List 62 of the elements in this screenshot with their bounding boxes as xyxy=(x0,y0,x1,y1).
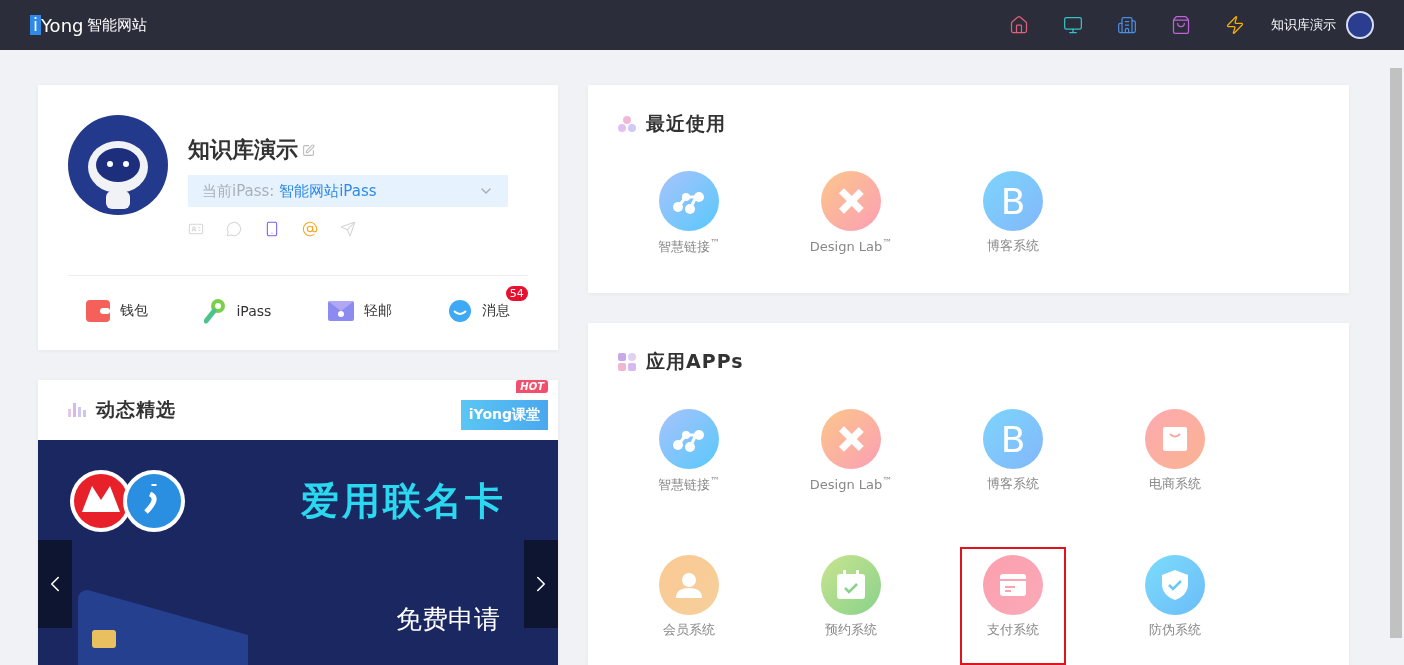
app-tile[interactable]: 会员系统 xyxy=(636,547,742,665)
shortcut-link[interactable]: 消息 xyxy=(481,302,510,320)
course-button[interactable]: iYong课堂 xyxy=(460,400,548,430)
app-label: 支付系统 xyxy=(987,621,1039,639)
dots-icon xyxy=(618,116,636,132)
avatar[interactable] xyxy=(1346,11,1374,39)
app-label: 预约系统 xyxy=(825,621,877,639)
at-sign-icon[interactable] xyxy=(302,221,318,237)
letter-icon: B xyxy=(1000,180,1026,222)
logo-name: Yong xyxy=(41,14,84,36)
profile-name: 知识库演示 xyxy=(188,136,298,164)
app-label: 防伪系统 xyxy=(1149,621,1201,639)
app-label: Design Lab$^{™}$ xyxy=(809,475,893,493)
app-tile[interactable]: B 博客系统 xyxy=(960,401,1066,519)
app-label: 博客系统 xyxy=(987,237,1039,255)
banner-action: 免费申请 xyxy=(396,603,500,636)
card-title: 应用APPs xyxy=(646,349,744,374)
app-label: 智慧链接$^{™}$ xyxy=(658,237,720,257)
bars-icon xyxy=(68,403,86,417)
app-tile[interactable]: Design Lab$^{™}$ xyxy=(798,163,904,281)
app-label: 电商系统 xyxy=(1149,475,1201,493)
user-name[interactable]: 知识库演示 xyxy=(1271,16,1336,34)
app-tile[interactable]: 支付系统 xyxy=(960,547,1066,665)
shortcut-link[interactable]: 轻邮 xyxy=(363,302,392,320)
app-label: 博客系统 xyxy=(987,475,1039,493)
shield-icon xyxy=(1161,569,1189,601)
logo-mark: i xyxy=(30,15,41,35)
key-icon xyxy=(204,298,227,324)
app-tile[interactable]: 智慧链接$^{™}$ xyxy=(636,401,742,519)
card-icon xyxy=(999,573,1027,597)
count-badge: 54 xyxy=(505,286,528,301)
previous-button[interactable] xyxy=(38,540,72,628)
phone-icon[interactable] xyxy=(264,221,280,237)
app-label: 会员系统 xyxy=(663,621,715,639)
bag-icon xyxy=(1162,426,1188,452)
app-label: Design Lab$^{™}$ xyxy=(809,237,893,255)
smile-bubble-icon xyxy=(447,299,472,323)
app-tile[interactable]: Design Lab$^{™}$ xyxy=(798,401,904,519)
person-icon xyxy=(675,571,703,599)
banner-headline: 爱用联名卡 xyxy=(301,478,506,525)
scrollbar[interactable] xyxy=(1390,68,1402,638)
edit-icon[interactable] xyxy=(302,143,315,157)
wallet-icon xyxy=(86,300,111,322)
app-tile[interactable]: 电商系统 xyxy=(1122,401,1228,519)
app-tile[interactable]: 智慧链接$^{™}$ xyxy=(636,163,742,281)
envelope-icon xyxy=(327,301,354,321)
app-tile[interactable]: 预约系统 xyxy=(798,547,904,665)
app-tile[interactable]: B 博客系统 xyxy=(960,163,1066,281)
ipass-select[interactable]: 当前iPass: 智能网站iPass xyxy=(188,175,508,207)
site-title: 智能网站 xyxy=(87,15,148,35)
card-title: 动态精选 xyxy=(96,397,176,422)
letter-icon: B xyxy=(1000,418,1026,460)
shortcut-link[interactable]: 钱包 xyxy=(120,302,149,320)
hot-badge: HOT xyxy=(516,380,548,393)
paper-plane-icon[interactable] xyxy=(340,221,356,237)
card-title: 最近使用 xyxy=(646,111,726,136)
shortcut-link[interactable]: iPass xyxy=(236,303,272,319)
app-tile[interactable]: 防伪系统 xyxy=(1122,547,1228,665)
calendar-icon xyxy=(836,570,866,600)
id-card-icon[interactable] xyxy=(188,221,204,237)
app-label: 智慧链接$^{™}$ xyxy=(658,475,720,495)
grid-icon xyxy=(618,353,636,371)
